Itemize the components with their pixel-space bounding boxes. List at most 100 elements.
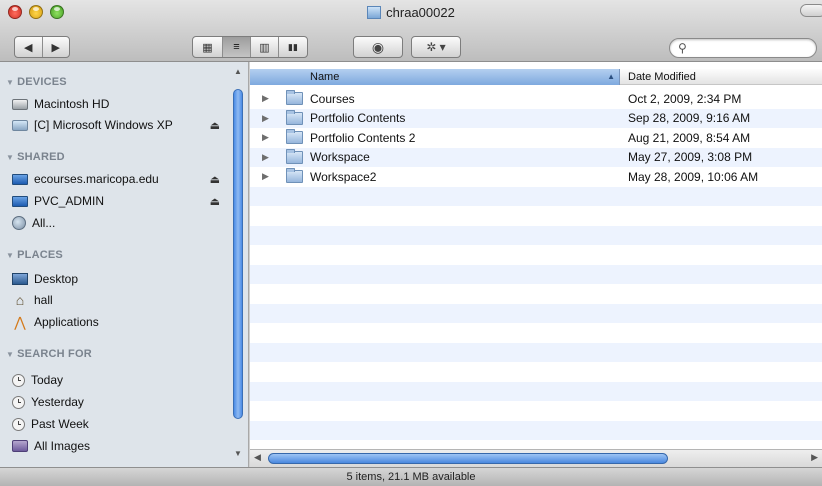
folder-icon [286,168,303,183]
sidebar-item-label: PVC_ADMIN [34,194,105,208]
table-row[interactable]: ▶ Courses Oct 2, 2009, 2:34 PM [250,89,822,109]
network-icon [12,216,26,230]
list-header: Name ▲ Date Modified [250,69,822,85]
quick-look-button[interactable]: ◉ [353,36,403,58]
view-mode-buttons: ▦ ≡ ▥ ▮▮ [192,36,308,58]
horizontal-scroll-thumb[interactable] [268,453,668,464]
sidebar-item-ecourses[interactable]: ecourses.maricopa.edu ⏏ [12,169,234,189]
sidebar-item-macintosh-hd[interactable]: Macintosh HD [12,94,234,114]
sidebar-item-desktop[interactable]: Desktop [12,269,234,289]
forward-arrow-icon: ▶ [51,41,60,54]
disclosure-triangle-icon[interactable]: ▶ [262,113,269,124]
horizontal-scrollbar[interactable]: ◀ ▶ [250,449,822,467]
row-stripe [250,362,822,382]
applications-icon: ⋀ [14,313,26,330]
sidebar: ▼ DEVICES Macintosh HD [C] Microsoft Wind… [0,62,249,467]
table-row[interactable]: ▶ Workspace2 May 28, 2009, 10:06 AM [250,167,822,187]
windows-drive-icon [12,119,28,131]
back-forward-buttons: ◀ ▶ [14,36,70,58]
sidebar-item-label: Past Week [31,417,89,431]
sidebar-item-label: Macintosh HD [34,97,110,111]
scroll-up-arrow-icon[interactable]: ▲ [233,67,243,77]
eject-icon[interactable]: ⏏ [210,195,220,208]
eject-icon[interactable]: ⏏ [210,173,220,186]
row-stripe [250,420,822,440]
column-view-button[interactable]: ▥ [251,37,279,57]
file-name: Courses [310,91,355,106]
back-button[interactable]: ◀ [15,37,43,57]
eject-icon[interactable]: ⏏ [210,119,220,132]
window-toolbar: chraa00022 ◀ ▶ ▦ ≡ ▥ ▮▮ ◉ ✲ ▾ ⚲ [0,0,822,62]
column-header-name[interactable]: Name ▲ [250,69,620,85]
file-date: May 28, 2009, 10:06 AM [628,169,759,184]
file-date: May 27, 2009, 3:08 PM [628,150,753,165]
row-stripe [250,186,822,206]
toolbar-toggle-button[interactable] [800,4,822,17]
sidebar-section-devices[interactable]: ▼ DEVICES [6,76,67,88]
file-list: Name ▲ Date Modified ▶ Courses Oct 2, 20… [250,62,822,467]
folder-icon [286,148,303,164]
sidebar-scrollbar[interactable]: ▲ ▼ [232,67,244,467]
file-name: Workspace [310,150,370,165]
sidebar-item-label: Today [31,373,64,387]
sidebar-section-search-for[interactable]: ▼ SEARCH FOR [6,348,92,360]
table-row[interactable]: ▶ Workspace May 27, 2009, 3:08 PM [250,148,822,168]
sidebar-item-all-images[interactable]: All Images [12,436,234,456]
sidebar-item-today[interactable]: Today [12,370,234,390]
server-icon [12,173,28,185]
sidebar-item-label: Applications [34,315,99,329]
sidebar-item-label: All... [32,216,56,230]
scroll-down-arrow-icon[interactable]: ▼ [233,449,243,459]
forward-button[interactable]: ▶ [43,37,70,57]
disclosure-triangle-icon: ▼ [6,153,15,162]
sidebar-item-label: ecourses.maricopa.edu [34,172,159,186]
sidebar-section-shared[interactable]: ▼ SHARED [6,151,65,163]
search-field[interactable]: ⚲ [669,38,817,58]
sidebar-item-all-shared[interactable]: All... [12,213,234,233]
sidebar-item-past-week[interactable]: Past Week [12,414,234,434]
file-name: Portfolio Contents 2 [310,130,416,145]
disclosure-triangle-icon[interactable]: ▶ [262,171,269,182]
disclosure-triangle-icon[interactable]: ▶ [262,152,269,163]
table-row[interactable]: ▶ Portfolio Contents 2 Aug 21, 2009, 8:5… [250,128,822,148]
disclosure-triangle-icon: ▼ [6,350,15,359]
sidebar-item-windows-xp[interactable]: [C] Microsoft Windows XP ⏏ [12,115,234,135]
icon-view-button[interactable]: ▦ [193,37,223,57]
list-view-button[interactable]: ≡ [223,37,251,57]
search-input[interactable] [692,41,810,55]
file-date: Sep 28, 2009, 9:16 AM [628,111,751,126]
icon-view-icon: ▦ [202,41,213,54]
table-row[interactable]: ▶ Portfolio Contents Sep 28, 2009, 9:16 … [250,109,822,129]
action-menu-button[interactable]: ✲ ▾ [411,36,461,58]
eye-icon: ◉ [371,38,385,55]
file-name: Workspace2 [310,169,377,184]
sidebar-section-places[interactable]: ▼ PLACES [6,249,63,261]
scroll-left-arrow-icon[interactable]: ◀ [254,452,261,463]
disclosure-triangle-icon[interactable]: ▶ [262,132,269,143]
desktop-icon [12,273,28,285]
back-arrow-icon: ◀ [24,41,33,54]
sidebar-scroll-thumb[interactable] [233,89,243,419]
home-icon: ⌂ [15,292,25,308]
folder-proxy-icon[interactable] [367,6,382,19]
sidebar-item-pvc-admin[interactable]: PVC_ADMIN ⏏ [12,191,234,211]
row-stripe [250,245,822,265]
clock-icon [12,417,25,431]
images-icon [12,440,28,452]
disclosure-triangle-icon[interactable]: ▶ [262,93,269,104]
sidebar-item-applications[interactable]: ⋀ Applications [12,312,234,332]
sidebar-item-home[interactable]: ⌂ hall [12,290,234,310]
row-stripe [250,381,822,401]
row-stripe [250,284,822,304]
row-stripe [250,342,822,362]
row-stripe [250,303,822,323]
sidebar-item-yesterday[interactable]: Yesterday [12,392,234,412]
status-bar: 5 items, 21.1 MB available [0,467,822,486]
cover-flow-button[interactable]: ▮▮ [279,37,307,57]
scroll-right-arrow-icon[interactable]: ▶ [811,452,818,463]
column-header-date-modified[interactable]: Date Modified [620,69,822,85]
column-view-icon: ▥ [259,41,270,54]
window-title-area: chraa00022 [0,5,822,20]
folder-icon [286,109,303,125]
sidebar-item-label: Desktop [34,272,79,286]
